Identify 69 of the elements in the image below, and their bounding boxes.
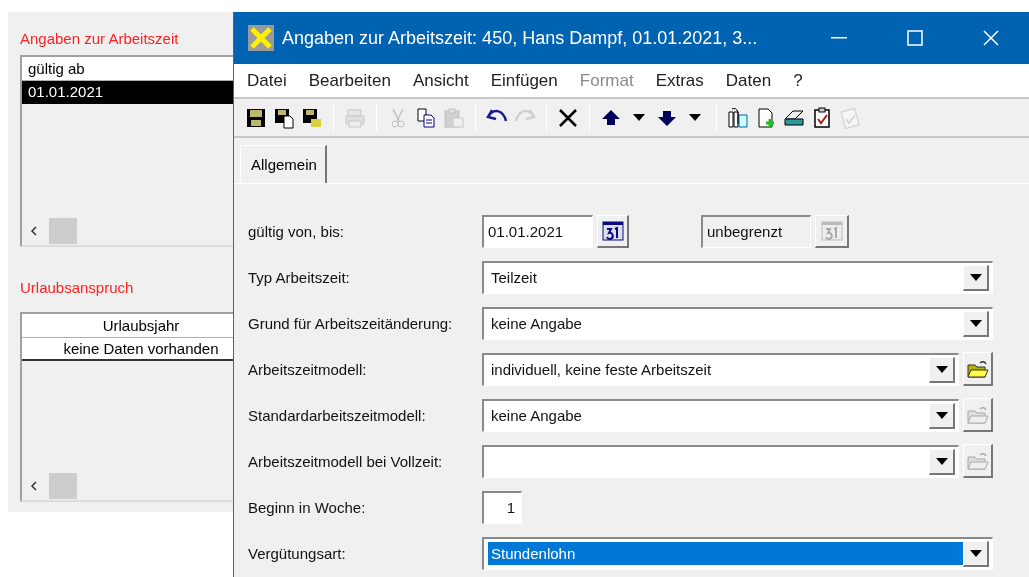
- scroll-left-icon[interactable]: [30, 481, 37, 491]
- tab[interactable]: Allgemein: [240, 145, 327, 183]
- dropdown-button[interactable]: [963, 310, 989, 337]
- date-field[interactable]: 01.01.2021: [482, 214, 593, 248]
- delete-icon: [557, 106, 579, 129]
- list-row[interactable]: 01.01.2021: [22, 81, 233, 104]
- clipboard-check-icon: [811, 106, 833, 129]
- scrollbar-thumb[interactable]: [49, 218, 77, 244]
- field-label: Arbeitszeitmodell:: [248, 359, 368, 380]
- dropdown-field[interactable]: keine Angabe: [482, 306, 993, 340]
- field-label: Standardarbeitszeitmodell:: [248, 405, 427, 426]
- dropdown-button[interactable]: [929, 448, 955, 475]
- field-label: gültig von, bis:: [248, 221, 345, 242]
- section-title: Angaben zur Arbeitszeit: [20, 30, 180, 49]
- field-label: Grund für Arbeitszeitänderung:: [248, 313, 454, 334]
- folder-icon: [966, 358, 989, 379]
- calendar-icon: [601, 220, 624, 241]
- field-label: Typ Arbeitszeit:: [248, 267, 351, 288]
- caret-icon: [935, 457, 948, 465]
- column-header: gültig ab: [22, 57, 233, 81]
- copy-icon: [415, 106, 437, 129]
- menu-item[interactable]: ?: [782, 70, 814, 91]
- maximize-icon[interactable]: [907, 30, 923, 46]
- paste-icon: [443, 106, 465, 129]
- new-document-icon: [755, 106, 777, 129]
- save-copy-icon: [273, 106, 295, 129]
- scroll-left-icon[interactable]: [30, 226, 37, 236]
- scrollbar-thumb[interactable]: [49, 473, 77, 499]
- caret-icon: [969, 549, 982, 557]
- dropdown-field[interactable]: Teilzeit: [482, 260, 993, 294]
- binder-icon: [727, 106, 749, 129]
- caret-icon: [935, 411, 948, 419]
- menu-item[interactable]: Daten: [714, 70, 783, 91]
- printer-icon: [344, 106, 366, 129]
- menu-item[interactable]: Extras: [644, 70, 715, 91]
- dropdown-field[interactable]: individuell, keine feste Arbeitszeit: [482, 352, 959, 386]
- dropdown-field[interactable]: Stundenlohn: [482, 536, 993, 570]
- menu-item[interactable]: Datei: [236, 70, 298, 91]
- dropdown-button[interactable]: [929, 402, 955, 429]
- window-title: Angaben zur Arbeitszeit: 450, Hans Dampf, 01.01.2021, 3...: [282, 27, 759, 49]
- caret-icon: [935, 365, 948, 373]
- field-label: Arbeitszeitmodell bei Vollzeit:: [248, 451, 444, 472]
- number-field[interactable]: 1: [482, 490, 522, 524]
- app-icon: [248, 25, 274, 51]
- menu-item[interactable]: Ansicht: [401, 70, 480, 91]
- caret-icon: [633, 114, 645, 121]
- caret-icon: [969, 273, 982, 281]
- caret-icon: [969, 319, 982, 327]
- caret-icon: [689, 114, 701, 121]
- section-title: Urlaubsanspruch: [20, 279, 135, 298]
- menu-item[interactable]: Einfügen: [479, 70, 569, 91]
- folder-icon: [966, 450, 989, 471]
- close-icon[interactable]: [983, 30, 999, 46]
- calendar-icon: [820, 220, 843, 241]
- field-label: Vergütungsart:: [248, 543, 347, 564]
- field-label: Beginn in Woche:: [248, 497, 367, 518]
- menu-item[interactable]: Bearbeiten: [297, 70, 402, 91]
- dropdown-button[interactable]: [929, 356, 955, 383]
- table-cell: keine Daten vorhanden: [22, 338, 233, 361]
- folder-icon: [966, 404, 989, 425]
- calendar-button[interactable]: [597, 214, 629, 248]
- save-all-icon: [301, 106, 323, 129]
- browse-button[interactable]: [963, 352, 993, 386]
- column-header: Urlaubsjahr: [22, 314, 233, 338]
- dropdown-field[interactable]: [482, 444, 959, 478]
- dropdown-button[interactable]: [963, 540, 989, 567]
- save-icon: [245, 106, 267, 129]
- dropdown-field[interactable]: keine Angabe: [482, 398, 959, 432]
- dropdown-button[interactable]: [963, 264, 989, 291]
